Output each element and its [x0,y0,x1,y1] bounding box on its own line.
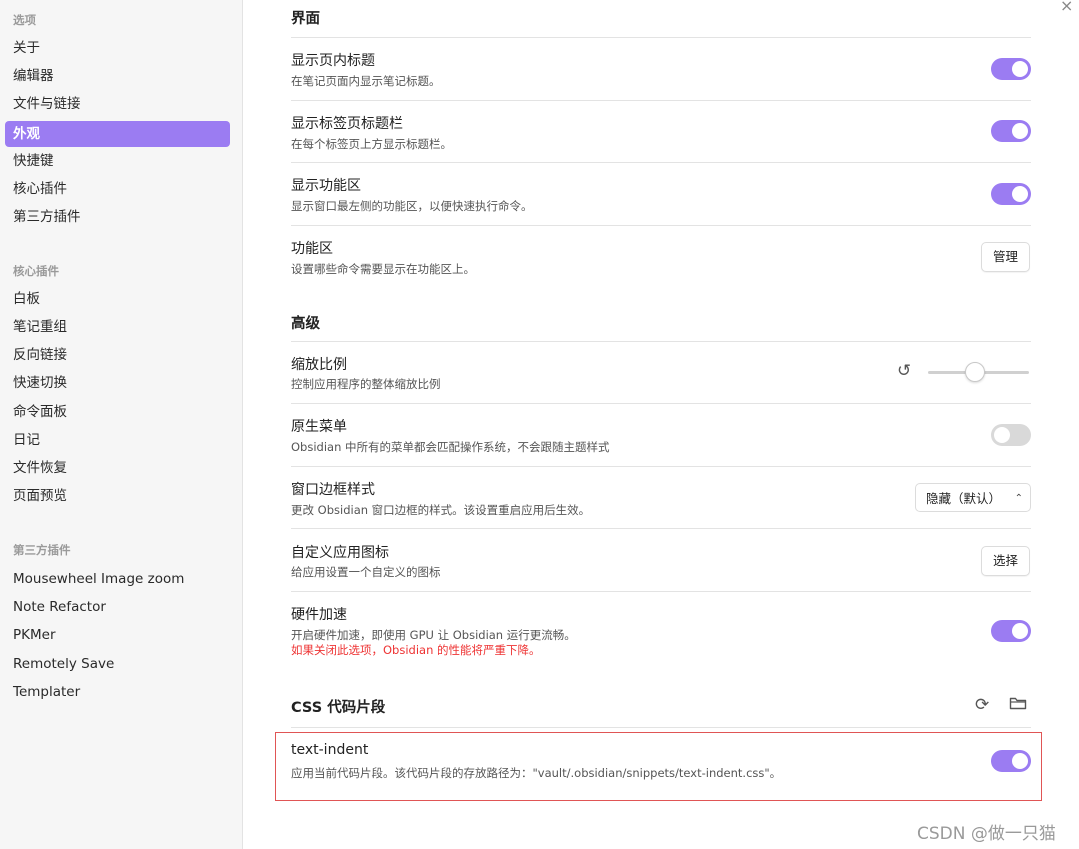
sidebar-item-mousewheel-image-zoom[interactable]: Mousewheel Image zoom [5,566,230,592]
setting-zoom-desc: 控制应用程序的整体缩放比例 [291,377,441,391]
setting-inline-title-desc: 在笔记页面内显示笔记标题。 [291,74,441,88]
setting-native-menu: 原生菜单 [291,419,347,435]
watermark: CSDN @做一只猫 [917,824,1056,844]
sidebar-item-files-links[interactable]: 文件与链接 [5,91,230,117]
sidebar-item-note-composer[interactable]: 笔记重组 [5,314,230,340]
sidebar-item-core-plugins[interactable]: 核心插件 [5,176,230,202]
manage-ribbon-button[interactable]: 管理 [981,242,1031,272]
setting-tab-title-bar-desc: 在每个标签页上方显示标题栏。 [291,137,452,151]
native-menu-toggle[interactable] [991,424,1031,446]
setting-native-menu-desc: Obsidian 中所有的菜单都会匹配操作系统，不会跟随主题样式 [291,440,610,454]
sidebar-item-pkmer[interactable]: PKMer [5,622,230,648]
setting-zoom: 缩放比例 [291,357,347,373]
frame-style-value: 隐藏（默认） [926,491,1002,506]
inline-title-toggle[interactable] [991,58,1031,80]
divider [291,591,1031,592]
sidebar-item-canvas[interactable]: 白板 [5,286,230,312]
setting-hardware-acceleration: 硬件加速 [291,607,347,623]
sidebar-item-editor[interactable]: 编辑器 [5,63,230,89]
reload-snippets-icon[interactable]: ⟳ [975,695,989,715]
sidebar-item-community-plugins[interactable]: 第三方插件 [5,204,230,230]
folder-icon[interactable] [1009,695,1027,715]
hardware-acceleration-toggle[interactable] [991,620,1031,642]
sidebar-item-about[interactable]: 关于 [5,35,230,61]
sidebar-item-note-refactor[interactable]: Note Refactor [5,594,230,620]
divider [291,466,1031,467]
setting-app-icon-desc: 给应用设置一个自定义的图标 [291,565,441,579]
heading-interface: 界面 [291,11,320,27]
close-icon[interactable]: × [1060,0,1073,15]
divider [291,403,1031,404]
sidebar-item-page-preview[interactable]: 页面预览 [5,483,230,509]
setting-hardware-acceleration-desc: 开启硬件加速，即使用 GPU 让 Obsidian 运行更流畅。 [291,628,576,642]
divider [291,162,1031,163]
snippet-toggle[interactable] [991,750,1031,772]
divider [291,225,1031,226]
choose-app-icon-button[interactable]: 选择 [981,546,1031,576]
setting-ribbon-config-desc: 设置哪些命令需要显示在功能区上。 [291,262,475,276]
select-caret-icon: ⌃ [1014,493,1023,504]
sidebar-item-file-recovery[interactable]: 文件恢复 [5,455,230,481]
sidebar-item-remotely-save[interactable]: Remotely Save [5,651,230,677]
settings-sidebar: 选项 关于 编辑器 文件与链接 外观 快捷键 核心插件 第三方插件 核心插件 白… [0,0,243,849]
sidebar-item-hotkeys[interactable]: 快捷键 [5,148,230,174]
setting-frame-style-desc: 更改 Obsidian 窗口边框的样式。该设置重启应用后生效。 [291,503,591,517]
divider [291,100,1031,101]
sidebar-item-daily-notes[interactable]: 日记 [5,427,230,453]
setting-tab-title-bar: 显示标签页标题栏 [291,116,403,132]
sidebar-item-quick-switcher[interactable]: 快速切换 [5,370,230,396]
reset-icon[interactable]: ↺ [897,361,911,381]
setting-ribbon-config: 功能区 [291,241,333,257]
setting-ribbon-desc: 显示窗口最左侧的功能区，以便快速执行命令。 [291,199,533,213]
heading-advanced: 高级 [291,316,320,332]
sidebar-item-appearance[interactable]: 外观 [5,121,230,147]
snippet-desc: 应用当前代码片段。该代码片段的存放路径为："vault/.obsidian/sn… [291,766,782,780]
setting-frame-style: 窗口边框样式 [291,482,375,498]
sidebar-item-backlinks[interactable]: 反向链接 [5,342,230,368]
divider [291,528,1031,529]
divider [291,37,1031,38]
setting-ribbon: 显示功能区 [291,178,361,194]
sidebar-section-third-party: 第三方插件 [13,543,71,557]
snippet-title: text-indent [291,742,369,758]
tab-title-bar-toggle[interactable] [991,120,1031,142]
sidebar-section-options: 选项 [13,13,36,27]
sidebar-item-templater[interactable]: Templater [5,679,230,705]
ribbon-toggle[interactable] [991,183,1031,205]
heading-css-snippets: CSS 代码片段 [291,700,386,716]
divider [291,727,1031,728]
sidebar-item-command-palette[interactable]: 命令面板 [5,399,230,425]
zoom-slider-thumb[interactable] [965,362,985,382]
frame-style-select[interactable]: 隐藏（默认） ⌃ [915,483,1031,512]
divider [291,341,1031,342]
sidebar-section-core: 核心插件 [13,264,59,278]
setting-app-icon: 自定义应用图标 [291,545,389,561]
hardware-acceleration-warning: 如果关闭此选项，Obsidian 的性能将严重下降。 [291,643,541,657]
setting-inline-title: 显示页内标题 [291,53,375,69]
